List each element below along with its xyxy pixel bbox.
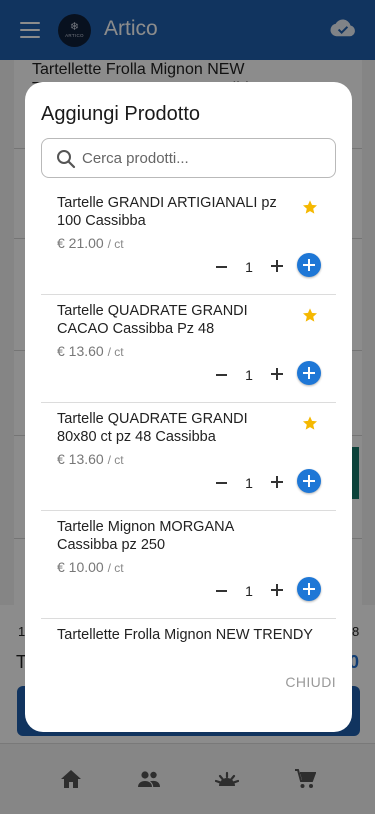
favorite-star-icon[interactable] <box>302 199 318 215</box>
price-value: € 21.00 <box>57 235 104 251</box>
decrease-quantity-button[interactable] <box>213 257 229 277</box>
add-product-button[interactable] <box>297 469 321 493</box>
product-item: Tartellette Frolla Mignon NEW TRENDY <box>41 619 336 642</box>
product-name: Tartelle Mignon MORGANA Cassibba pz 250 <box>57 519 234 553</box>
quantity-value: 1 <box>245 367 253 383</box>
search-icon <box>57 150 76 169</box>
price-unit: / ct <box>107 561 124 575</box>
product-name: Tartelle QUADRATE GRANDI CACAO Cassibba … <box>57 303 248 337</box>
product-price: € 13.60 / ct <box>57 451 124 467</box>
product-name: Tartelle QUADRATE GRANDI 80x80 ct pz 48 … <box>57 411 248 445</box>
dialog-title: Aggiungi Prodotto <box>41 103 201 125</box>
product-item: Tartelle GRANDI ARTIGIANALI pz 100 Cassi… <box>41 187 336 295</box>
search-input[interactable] <box>82 139 327 177</box>
quantity-value: 1 <box>245 475 253 491</box>
decrease-quantity-button[interactable] <box>213 473 229 493</box>
add-product-button[interactable] <box>297 361 321 385</box>
product-list: Tartelle GRANDI ARTIGIANALI pz 100 Cassi… <box>41 187 336 642</box>
price-value: € 13.60 <box>57 343 104 359</box>
price-unit: / ct <box>107 237 124 251</box>
add-product-button[interactable] <box>297 253 321 277</box>
increase-quantity-button[interactable] <box>270 367 284 381</box>
product-name: Tartellette Frolla Mignon NEW TRENDY <box>57 627 313 642</box>
product-item: Tartelle QUADRATE GRANDI 80x80 ct pz 48 … <box>41 403 336 511</box>
quantity-value: 1 <box>245 583 253 599</box>
increase-quantity-button[interactable] <box>270 259 284 273</box>
product-price: € 10.00 / ct <box>57 559 124 575</box>
price-value: € 10.00 <box>57 559 104 575</box>
increase-quantity-button[interactable] <box>270 583 284 597</box>
search-box <box>41 138 336 178</box>
product-price: € 21.00 / ct <box>57 235 124 251</box>
decrease-quantity-button[interactable] <box>213 581 229 601</box>
add-product-dialog: Aggiungi Prodotto Tartelle GRANDI ARTIGI… <box>25 82 352 732</box>
product-item: Tartelle QUADRATE GRANDI CACAO Cassibba … <box>41 295 336 403</box>
price-unit: / ct <box>107 345 124 359</box>
favorite-star-icon[interactable] <box>302 415 318 431</box>
price-unit: / ct <box>107 453 124 467</box>
increase-quantity-button[interactable] <box>270 475 284 489</box>
price-value: € 13.60 <box>57 451 104 467</box>
add-product-button[interactable] <box>297 577 321 601</box>
close-button[interactable]: CHIUDI <box>285 674 336 690</box>
favorite-star-icon[interactable] <box>302 307 318 323</box>
product-price: € 13.60 / ct <box>57 343 124 359</box>
quantity-value: 1 <box>245 259 253 275</box>
product-item: Tartelle Mignon MORGANA Cassibba pz 250 … <box>41 511 336 619</box>
product-name: Tartelle GRANDI ARTIGIANALI pz 100 Cassi… <box>57 195 277 229</box>
decrease-quantity-button[interactable] <box>213 365 229 385</box>
